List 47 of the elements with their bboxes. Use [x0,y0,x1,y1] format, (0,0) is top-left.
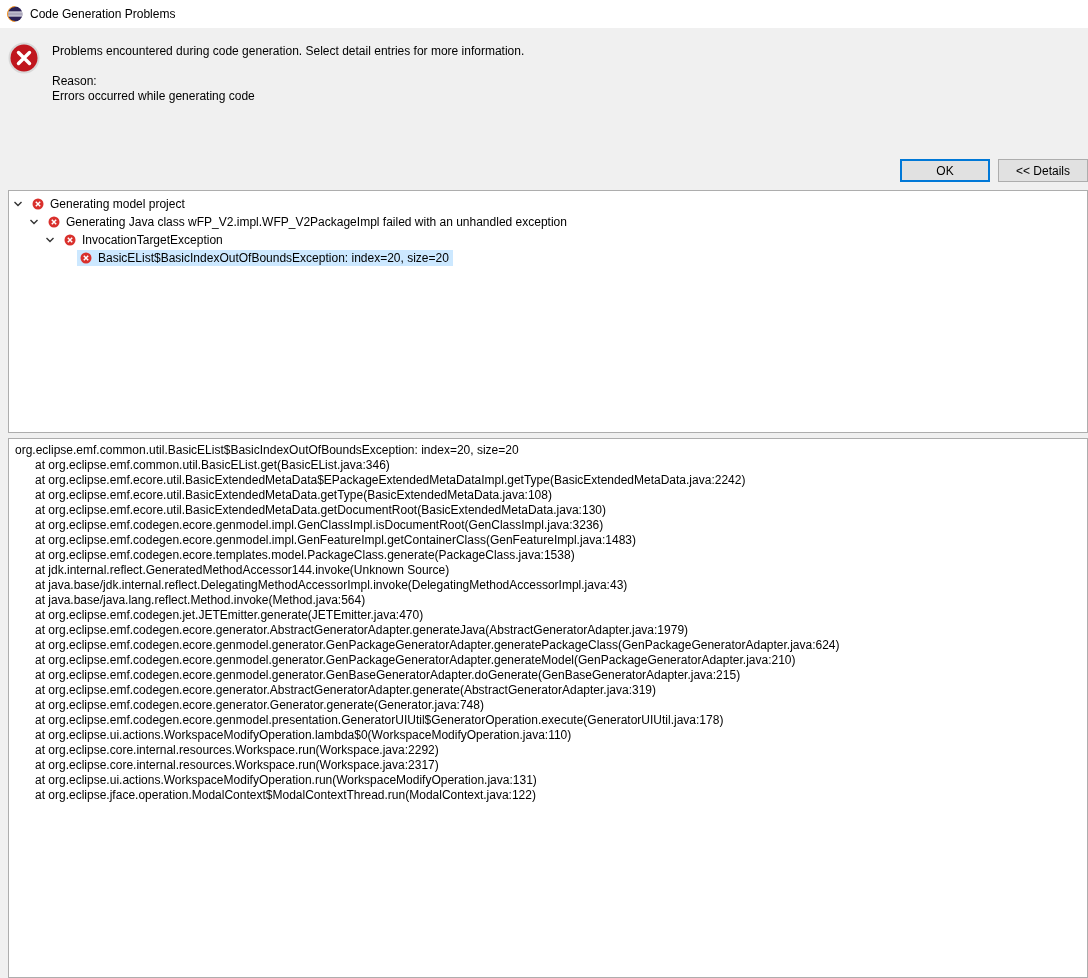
stack-frame-line: at org.eclipse.core.internal.resources.Workspace.run(Workspace.java:2292) [34,743,440,758]
error-message: Problems encountered during code generation. Select detail entries for more information. [52,44,525,59]
eclipse-logo-icon [7,6,23,22]
stack-frame-line: at java.base/java.lang.reflect.Method.invoke(Method.java:564) [34,593,367,608]
stack-frame-line: at org.eclipse.emf.codegen.ecore.genmodel.impl.GenClassImpl.isDocumentRoot(GenClassImpl.java:3236) [34,518,605,533]
tree-item[interactable]: InvocationTargetException [61,232,227,248]
stack-frame-line: at org.eclipse.emf.codegen.jet.JETEmitter.generate(JETEmitter.java:470) [34,608,425,623]
window-title: Code Generation Problems [30,7,176,21]
error-icon [8,42,40,74]
stack-frame-line: at java.base/jdk.internal.reflect.DelegatingMethodAccessorImpl.invoke(DelegatingMethodAccessorImpl.java:43) [34,578,629,593]
stack-frame-line: at org.eclipse.emf.codegen.ecore.genmodel.generator.GenBaseGeneratorAdapter.doGenerate(GenBaseGeneratorAdapter.java:215) [34,668,742,683]
exception-line: org.eclipse.emf.common.util.BasicEList$BasicIndexOutOfBoundsException: index=20, size=20 [15,443,520,458]
error-icon [64,234,76,246]
error-icon [80,252,92,264]
tree-item-label: Generating Java class wFP_V2.impl.WFP_V2PackageImpl failed with an unhandled exception [66,215,567,229]
stack-frame-line: at org.eclipse.emf.ecore.util.BasicExtendedMetaData.getType(BasicExtendedMetaData.java:108) [34,488,553,503]
reason-text: Errors occurred while generating code [52,89,256,104]
stack-frame-line: at org.eclipse.emf.ecore.util.BasicExtendedMetaData$EPackageExtendedMetaDataImpl.getType(BasicExtendedMetaData.java:2242) [34,473,747,488]
stack-frame-line: at org.eclipse.emf.ecore.util.BasicExtendedMetaData.getDocumentRoot(BasicExtendedMetaData.java:130) [34,503,607,518]
stack-frame-line: at org.eclipse.jface.operation.ModalContext$ModalContextThread.run(ModalContext.java:122) [34,788,537,803]
stack-frame-line: at org.eclipse.emf.codegen.ecore.generator.AbstractGeneratorAdapter.generate(AbstractGeneratorAdapter.java:319) [34,683,658,698]
chevron-icon[interactable] [13,199,23,209]
stack-frame-line: at org.eclipse.emf.common.util.BasicEList.get(BasicEList.java:346) [34,458,391,473]
stack-frame-line: at org.eclipse.emf.codegen.ecore.genmodel.generator.GenPackageGeneratorAdapter.generatePackageClass(GenPackageGeneratorAdapter.java:624) [34,638,841,653]
reason-label: Reason: [52,74,98,89]
stack-frame-line: at org.eclipse.emf.codegen.ecore.templates.model.PackageClass.generate(PackageClass.java:1538) [34,548,576,563]
error-icon [32,198,44,210]
stack-frame-line: at org.eclipse.ui.actions.WorkspaceModifyOperation.lambda$0(WorkspaceModifyOperation.java:110) [34,728,573,743]
tree-item[interactable]: Generating Java class wFP_V2.impl.WFP_V2PackageImpl failed with an unhandled exception [45,214,571,230]
stack-frame-line: at org.eclipse.ui.actions.WorkspaceModifyOperation.run(WorkspaceModifyOperation.java:131) [34,773,538,788]
stack-frame-line: at org.eclipse.emf.codegen.ecore.genmodel.impl.GenFeatureImpl.getContainerClass(GenFeatureImpl.java:1483) [34,533,637,548]
stack-frame-line: at org.eclipse.emf.codegen.ecore.generator.AbstractGeneratorAdapter.generateJava(AbstractGeneratorAdapter.java:1979) [34,623,690,638]
tree-item-label: InvocationTargetException [82,233,223,247]
chevron-icon[interactable] [45,235,55,245]
tree-item-label: BasicEList$BasicIndexOutOfBoundsException: index=20, size=20 [98,251,449,265]
details-button[interactable]: << Details [998,159,1088,182]
chevron-icon[interactable] [29,217,39,227]
stack-frame-line: at org.eclipse.core.internal.resources.Workspace.run(Workspace.java:2317) [34,758,440,773]
ok-button[interactable]: OK [900,159,990,182]
tree-item-label: Generating model project [50,197,185,211]
stack-frame-line: at jdk.internal.reflect.GeneratedMethodAccessor144.invoke(Unknown Source) [34,563,451,578]
tree-item[interactable]: BasicEList$BasicIndexOutOfBoundsException: index=20, size=20 [77,250,453,266]
error-icon [48,216,60,228]
stack-frame-line: at org.eclipse.emf.codegen.ecore.genmodel.presentation.GeneratorUIUtil$GeneratorOperation.execute(GeneratorUIUtil.java:178) [34,713,725,728]
stack-frame-line: at org.eclipse.emf.codegen.ecore.generator.Generator.generate(Generator.java:748) [34,698,485,713]
stack-frame-line: at org.eclipse.emf.codegen.ecore.genmodel.generator.GenPackageGeneratorAdapter.generateModel(GenPackageGeneratorAdapter.java:210) [34,653,797,668]
tree-item[interactable]: Generating model project [29,196,189,212]
